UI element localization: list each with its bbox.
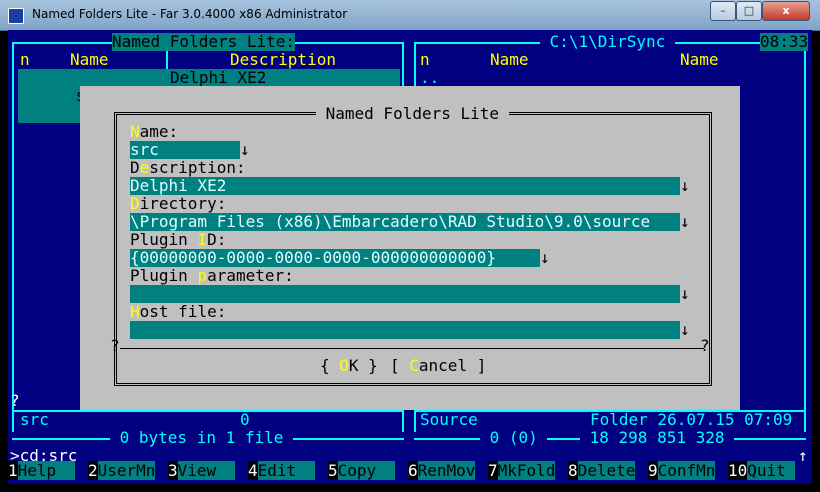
left-panel-question: ?	[10, 391, 20, 410]
left-status-name: src	[20, 410, 49, 429]
minimize-button[interactable]: –	[710, 1, 736, 21]
dialog-separator	[120, 348, 704, 349]
right-col-n: n	[420, 50, 430, 69]
left-col-description[interactable]: Description	[230, 51, 336, 69]
dialog-question-right: ?	[700, 336, 710, 355]
right-updir[interactable]: ..	[420, 69, 439, 87]
left-panel-left-border	[12, 42, 14, 432]
key-f2[interactable]: 2UserMn	[88, 461, 156, 480]
plugin-param-label: Plugin parameter:	[130, 266, 294, 285]
far-window: Named Folders Lite - Far 3.0.4000 x86 Ad…	[0, 0, 820, 492]
right-panel-summary: 0 (0)	[480, 428, 548, 447]
key-f7[interactable]: 7MkFold	[488, 461, 556, 480]
name-label: Name:	[130, 122, 179, 141]
plugin-id-label: Plugin ID:	[130, 230, 227, 249]
right-panel-free: 18 298 851 328	[580, 428, 735, 447]
named-folders-dialog: Named Folders Lite Name: src ↓ Descripti…	[80, 86, 740, 410]
title-bar[interactable]: Named Folders Lite - Far 3.0.4000 x86 Ad…	[0, 0, 820, 31]
right-panel-right-border	[804, 42, 806, 432]
description-history-icon[interactable]: ↓	[680, 177, 690, 195]
maximize-button[interactable]: □	[736, 1, 762, 21]
directory-history-icon[interactable]: ↓	[680, 213, 690, 231]
close-button[interactable]: x	[762, 1, 810, 21]
dialog-title: Named Folders Lite	[316, 104, 509, 123]
description-input[interactable]: Delphi XE2	[130, 177, 680, 195]
right-status-info: Folder 26.07.15 07:09	[590, 410, 793, 429]
right-status-name: Source	[420, 410, 478, 429]
far-app-icon	[8, 8, 24, 24]
function-keybar: 1Help 2UserMn 3View 4Edit 5Copy 6RenMov …	[8, 461, 812, 480]
plugin-param-input[interactable]	[130, 285, 680, 303]
name-history-icon[interactable]: ↓	[240, 141, 250, 159]
host-file-input[interactable]	[130, 321, 680, 339]
left-col-name[interactable]: Name	[70, 51, 109, 69]
ok-button[interactable]: { OK }	[320, 357, 378, 375]
right-panel-path[interactable]: C:\1\DirSync	[540, 33, 675, 51]
left-status-value: 0	[240, 410, 250, 429]
directory-label: Directory:	[130, 194, 227, 213]
console-area: Named Folders Lite: n Name Description s…	[8, 30, 812, 484]
left-col-n: n	[20, 50, 30, 69]
key-f4[interactable]: 4Edit	[248, 461, 316, 480]
plugin-id-history-icon[interactable]: ↓	[540, 249, 550, 267]
window-title: Named Folders Lite - Far 3.0.4000 x86 Ad…	[32, 7, 348, 21]
host-file-history-icon[interactable]: ↓	[680, 321, 690, 339]
left-panel-status-divider	[12, 410, 404, 412]
key-f6[interactable]: 6RenMov	[408, 461, 476, 480]
plugin-param-history-icon[interactable]: ↓	[680, 285, 690, 303]
key-f10[interactable]: 10Quit	[728, 461, 796, 480]
description-label: Description:	[130, 158, 246, 177]
key-f8[interactable]: 8Delete	[568, 461, 636, 480]
plugin-id-input[interactable]: {00000000-0000-0000-0000-000000000000}	[130, 249, 540, 267]
key-f3[interactable]: 3View	[168, 461, 236, 480]
left-panel-title[interactable]: Named Folders Lite:	[112, 33, 296, 51]
host-file-label: Host file:	[130, 302, 227, 321]
left-row-description: Delphi XE2	[170, 68, 267, 87]
right-col-name2[interactable]: Name	[680, 51, 719, 69]
left-panel-summary: 0 bytes in 1 file	[110, 428, 294, 447]
right-col-name[interactable]: Name	[490, 51, 529, 69]
directory-input[interactable]: \Program Files (x86)\Embarcadero\RAD Stu…	[130, 213, 680, 231]
dialog-question-left: ?	[110, 336, 120, 355]
clock: 08:33	[760, 32, 809, 51]
cancel-button[interactable]: [ Cancel ]	[390, 357, 486, 375]
name-input[interactable]: src	[130, 141, 240, 159]
key-f1[interactable]: 1Help	[8, 461, 76, 480]
key-f9[interactable]: 9ConfMn	[648, 461, 716, 480]
name-label-rest: ame:	[139, 122, 179, 141]
key-f5[interactable]: 5Copy	[328, 461, 396, 480]
